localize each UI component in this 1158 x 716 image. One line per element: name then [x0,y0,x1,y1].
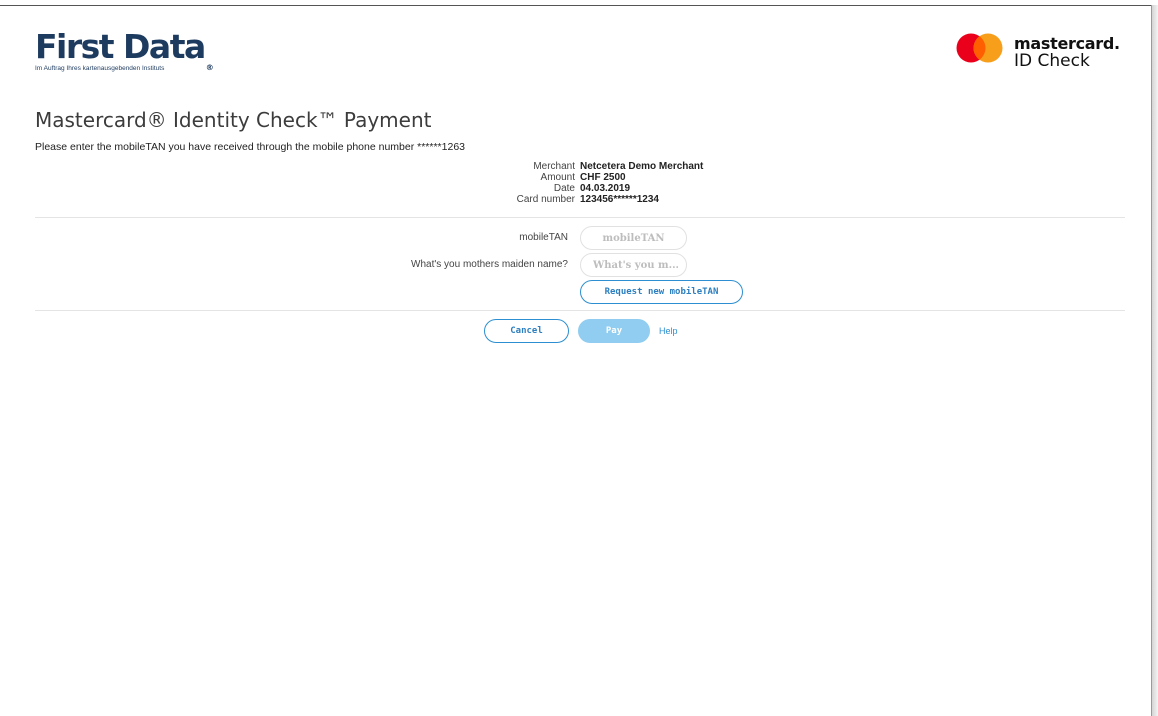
divider-top [35,217,1125,218]
first-data-tagline: Im Auftrag Ihres kartenausgebenden Insti… [35,65,165,72]
registered-mark: ® [205,63,214,72]
amount-label: Amount [540,172,575,183]
first-data-name: First Data [35,27,206,66]
page-title: Mastercard® Identity Check™ Payment [35,108,432,132]
date-row: Date 04.03.2019 [0,183,1158,194]
first-data-wordmark: First Data® [35,27,214,72]
divider-bottom [35,310,1125,311]
cancel-button[interactable]: Cancel [484,319,569,343]
maiden-name-label: What's you mothers maiden name? [411,259,568,270]
help-link[interactable]: Help [659,326,678,336]
card-number-label: Card number [516,194,575,205]
pay-button[interactable]: Pay [578,319,650,343]
transaction-details: Merchant Netcetera Demo Merchant Amount … [0,161,1158,205]
mastercard-id-check-logo: mastercard. ID Check [956,32,1126,76]
instruction-text: Please enter the mobileTAN you have rece… [35,141,465,153]
merchant-label: Merchant [533,161,575,172]
request-new-mobiletan-button[interactable]: Request new mobileTAN [580,280,743,304]
mastercard-circles-icon [956,33,1003,63]
id-check-label: ID Check [1014,51,1090,71]
mobiletan-input[interactable] [580,226,687,250]
amount-row: Amount CHF 2500 [0,172,1158,183]
maiden-name-row: What's you mothers maiden name? [0,253,1158,277]
mastercard-dot: . [1114,34,1120,53]
first-data-logo: First Data® Im Auftrag Ihres kartenausge… [35,30,214,72]
mobiletan-label: mobileTAN [519,232,568,243]
window-scrollbar[interactable] [1151,5,1158,716]
merchant-value: Netcetera Demo Merchant [580,161,704,172]
date-value: 04.03.2019 [580,183,631,194]
date-label: Date [553,183,575,194]
window-top-border [0,5,1158,6]
mobiletan-row: mobileTAN [0,226,1158,250]
merchant-row: Merchant Netcetera Demo Merchant [0,161,1158,172]
amount-value: CHF 2500 [580,172,626,183]
card-number-value: 123456******1234 [580,194,659,205]
card-number-row: Card number 123456******1234 [0,194,1158,205]
maiden-name-input[interactable] [580,253,687,277]
